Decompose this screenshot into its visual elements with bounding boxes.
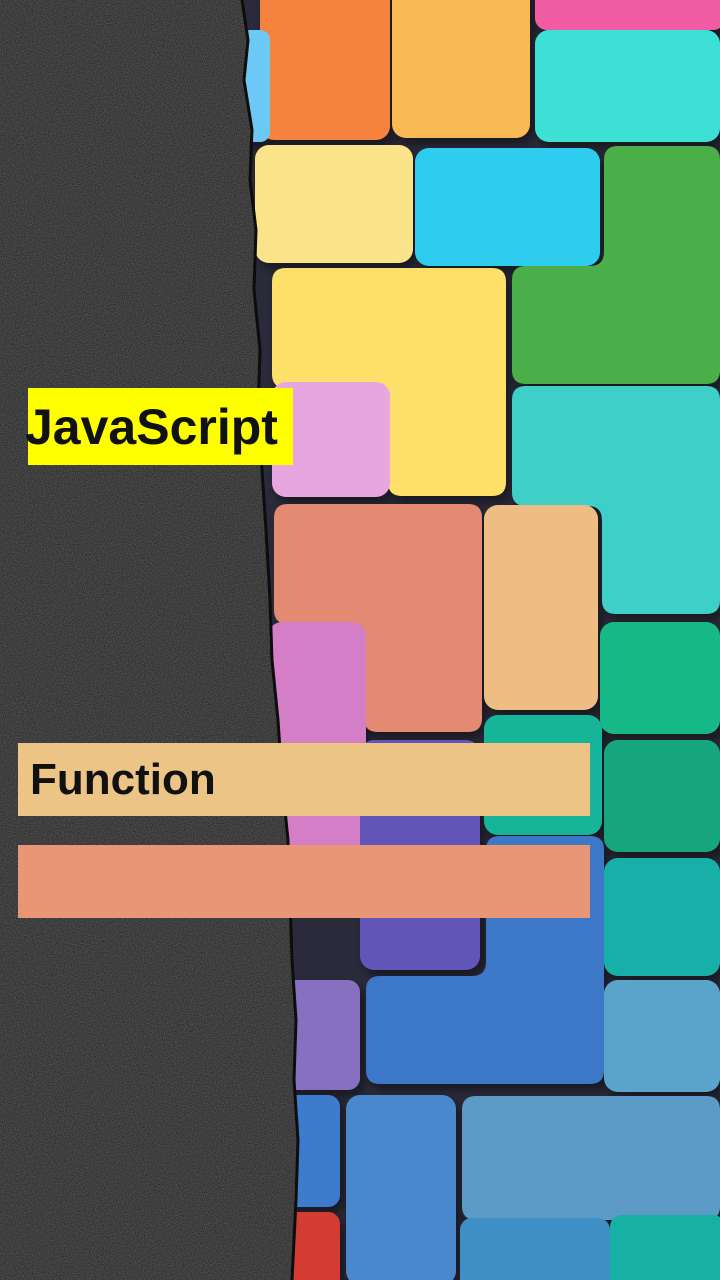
topic-text: Function bbox=[30, 754, 216, 804]
topic-bar: Function bbox=[18, 743, 590, 816]
title-badge: JavaScript bbox=[25, 388, 293, 465]
torn-paper-panel bbox=[0, 0, 300, 1280]
empty-subtitle-bar bbox=[18, 845, 590, 918]
title-text: JavaScript bbox=[25, 398, 278, 455]
